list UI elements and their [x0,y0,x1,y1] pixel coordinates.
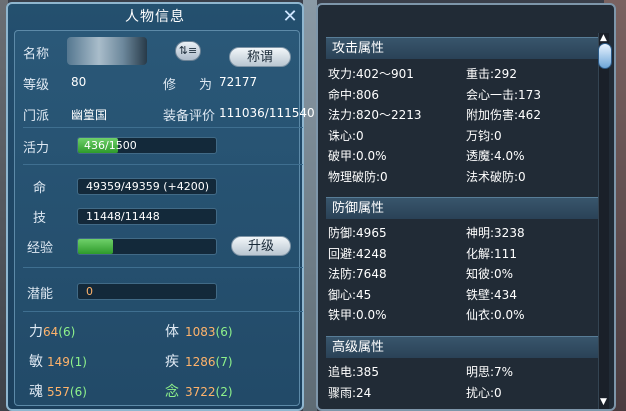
attribute-cell: 附加伤害:462 [466,108,541,122]
window-title: 人物信息 [125,9,185,25]
stat-bonus: (6) [58,325,76,339]
attribute-cell: 物理破防:0 [328,169,388,184]
stat-value: 149 [47,355,70,369]
scroll-up-arrow-icon[interactable]: ▲ [600,33,607,43]
attribute-cell: 铁壁:434 [466,287,517,302]
scrollbar-thumb[interactable] [598,43,612,69]
attribute-cell: 扰心:0 [466,385,502,400]
hp-label: 命 [33,181,47,196]
attribute-cell: 法防:7648 [328,267,387,281]
attribute-cell: 铁甲:0.0% [328,308,387,322]
divider [23,267,303,268]
stat-agility: 敏 149(1) [29,351,87,371]
attribute-cell: 神明:3238 [466,226,525,240]
attribute-cell: 回避:4248 [328,246,387,261]
attribute-cell: 骤雨:24 [328,385,372,400]
attribute-cell: 明思:7% [466,365,514,379]
stat-speed: 疾 1286(7) [165,351,233,371]
attribute-cell: 法力:820～2213 [328,108,422,122]
potential-value: 0 [77,283,217,300]
attribute-cell: 仙衣:0.0% [466,308,525,322]
attribute-cell: 防御:4965 [328,226,387,240]
gear-score-value: 111036/111540 [219,106,315,120]
attribute-cell: 化解:111 [466,246,517,261]
sect-value: 幽篁国 [71,108,108,122]
potential-label: 潜能 [27,287,54,302]
stat-label: 力 [29,324,43,340]
attribute-cell: 命中:806 [328,87,379,102]
exp-bar [77,238,217,255]
scroll-down-arrow-icon[interactable]: ▼ [600,397,607,407]
stat-bonus: (2) [215,385,233,399]
divider [23,164,303,165]
vitality-label: 活力 [23,141,50,156]
cultivation-value: 72177 [219,75,258,89]
level-value: 80 [71,75,87,89]
stat-label: 体 [165,324,179,340]
character-info-panel: 人物信息 ✕ 名称 ⇅≡ 称谓 等级 80 修 为 72177 门派 幽篁国 装… [6,2,315,411]
stat-label: 疾 [165,354,179,370]
character-info-body: 名称 ⇅≡ 称谓 等级 80 修 为 72177 门派 幽篁国 装备评价 111… [14,30,315,406]
level-label: 等级 [23,78,50,93]
exp-label: 经验 [27,241,54,256]
stat-label: 魂 [29,384,43,400]
name-label: 名称 [23,47,50,62]
attribute-cell: 会心一击:173 [466,87,541,102]
attribute-cell: 重击:292 [466,67,517,81]
attribute-cell: 御心:45 [328,287,372,302]
stat-label: 念 [165,384,179,400]
skill-value: 11448/11448 [77,208,217,225]
skill-label: 技 [33,211,47,226]
attribute-cell: 法术破防:0 [466,169,526,184]
stat-strength: 力64(6) [29,321,75,341]
attribute-cell: 攻力:402～901 [328,67,414,81]
attribute-cell: 透魔:4.0% [466,149,525,163]
attribute-cell: 知彼:0% [466,267,514,281]
stat-mind: 念 3722(2) [165,381,233,401]
sort-toggle-icon[interactable]: ⇅≡ [175,41,201,61]
vitality-bar: 436/1500 [77,137,217,154]
stat-bonus: (1) [69,355,87,369]
upgrade-button[interactable]: 升级 [231,236,291,256]
cultivation-label-a: 修 [163,78,177,93]
vitality-value: 436/1500 [84,139,137,152]
stat-bonus: (6) [215,325,233,339]
advanced-header: 高级属性 [326,336,602,358]
stat-constitution: 体 1083(6) [165,321,233,341]
stat-value: 64 [43,325,59,339]
divider [23,127,303,128]
attribute-cell: 追电:385 [328,365,379,379]
attribute-panel[interactable]: 攻击属性 攻力:402～901 重击:292 命中:806 会心一击:173 法力:82… [316,3,616,411]
name-value-obscured [67,37,147,65]
attack-header: 攻击属性 [326,37,602,59]
stat-value: 557 [47,385,70,399]
stat-spirit: 魂 557(6) [29,381,87,401]
cultivation-label-b: 为 [199,78,213,93]
stat-value: 1083 [185,325,216,339]
stat-label: 敏 [29,354,43,370]
title-button[interactable]: 称谓 [229,47,291,67]
divider [23,311,303,312]
defense-header: 防御属性 [326,197,602,219]
gear-score-label: 装备评价 [163,109,216,124]
stat-bonus: (7) [215,355,233,369]
stat-value: 3722 [185,385,216,399]
stat-value: 1286 [185,355,216,369]
scrollbar-track[interactable] [598,33,609,409]
sect-label: 门派 [23,109,50,124]
close-icon[interactable]: ✕ [280,7,300,27]
stat-bonus: (6) [69,385,87,399]
attribute-cell: 万钧:0 [466,128,502,143]
hp-value: 49359/49359 (+4200) [77,178,217,195]
exp-bar-fill [78,239,113,254]
background-gap [303,0,317,411]
attribute-cell: 破甲:0.0% [328,149,387,163]
attribute-cell: 诛心:0 [328,128,364,143]
